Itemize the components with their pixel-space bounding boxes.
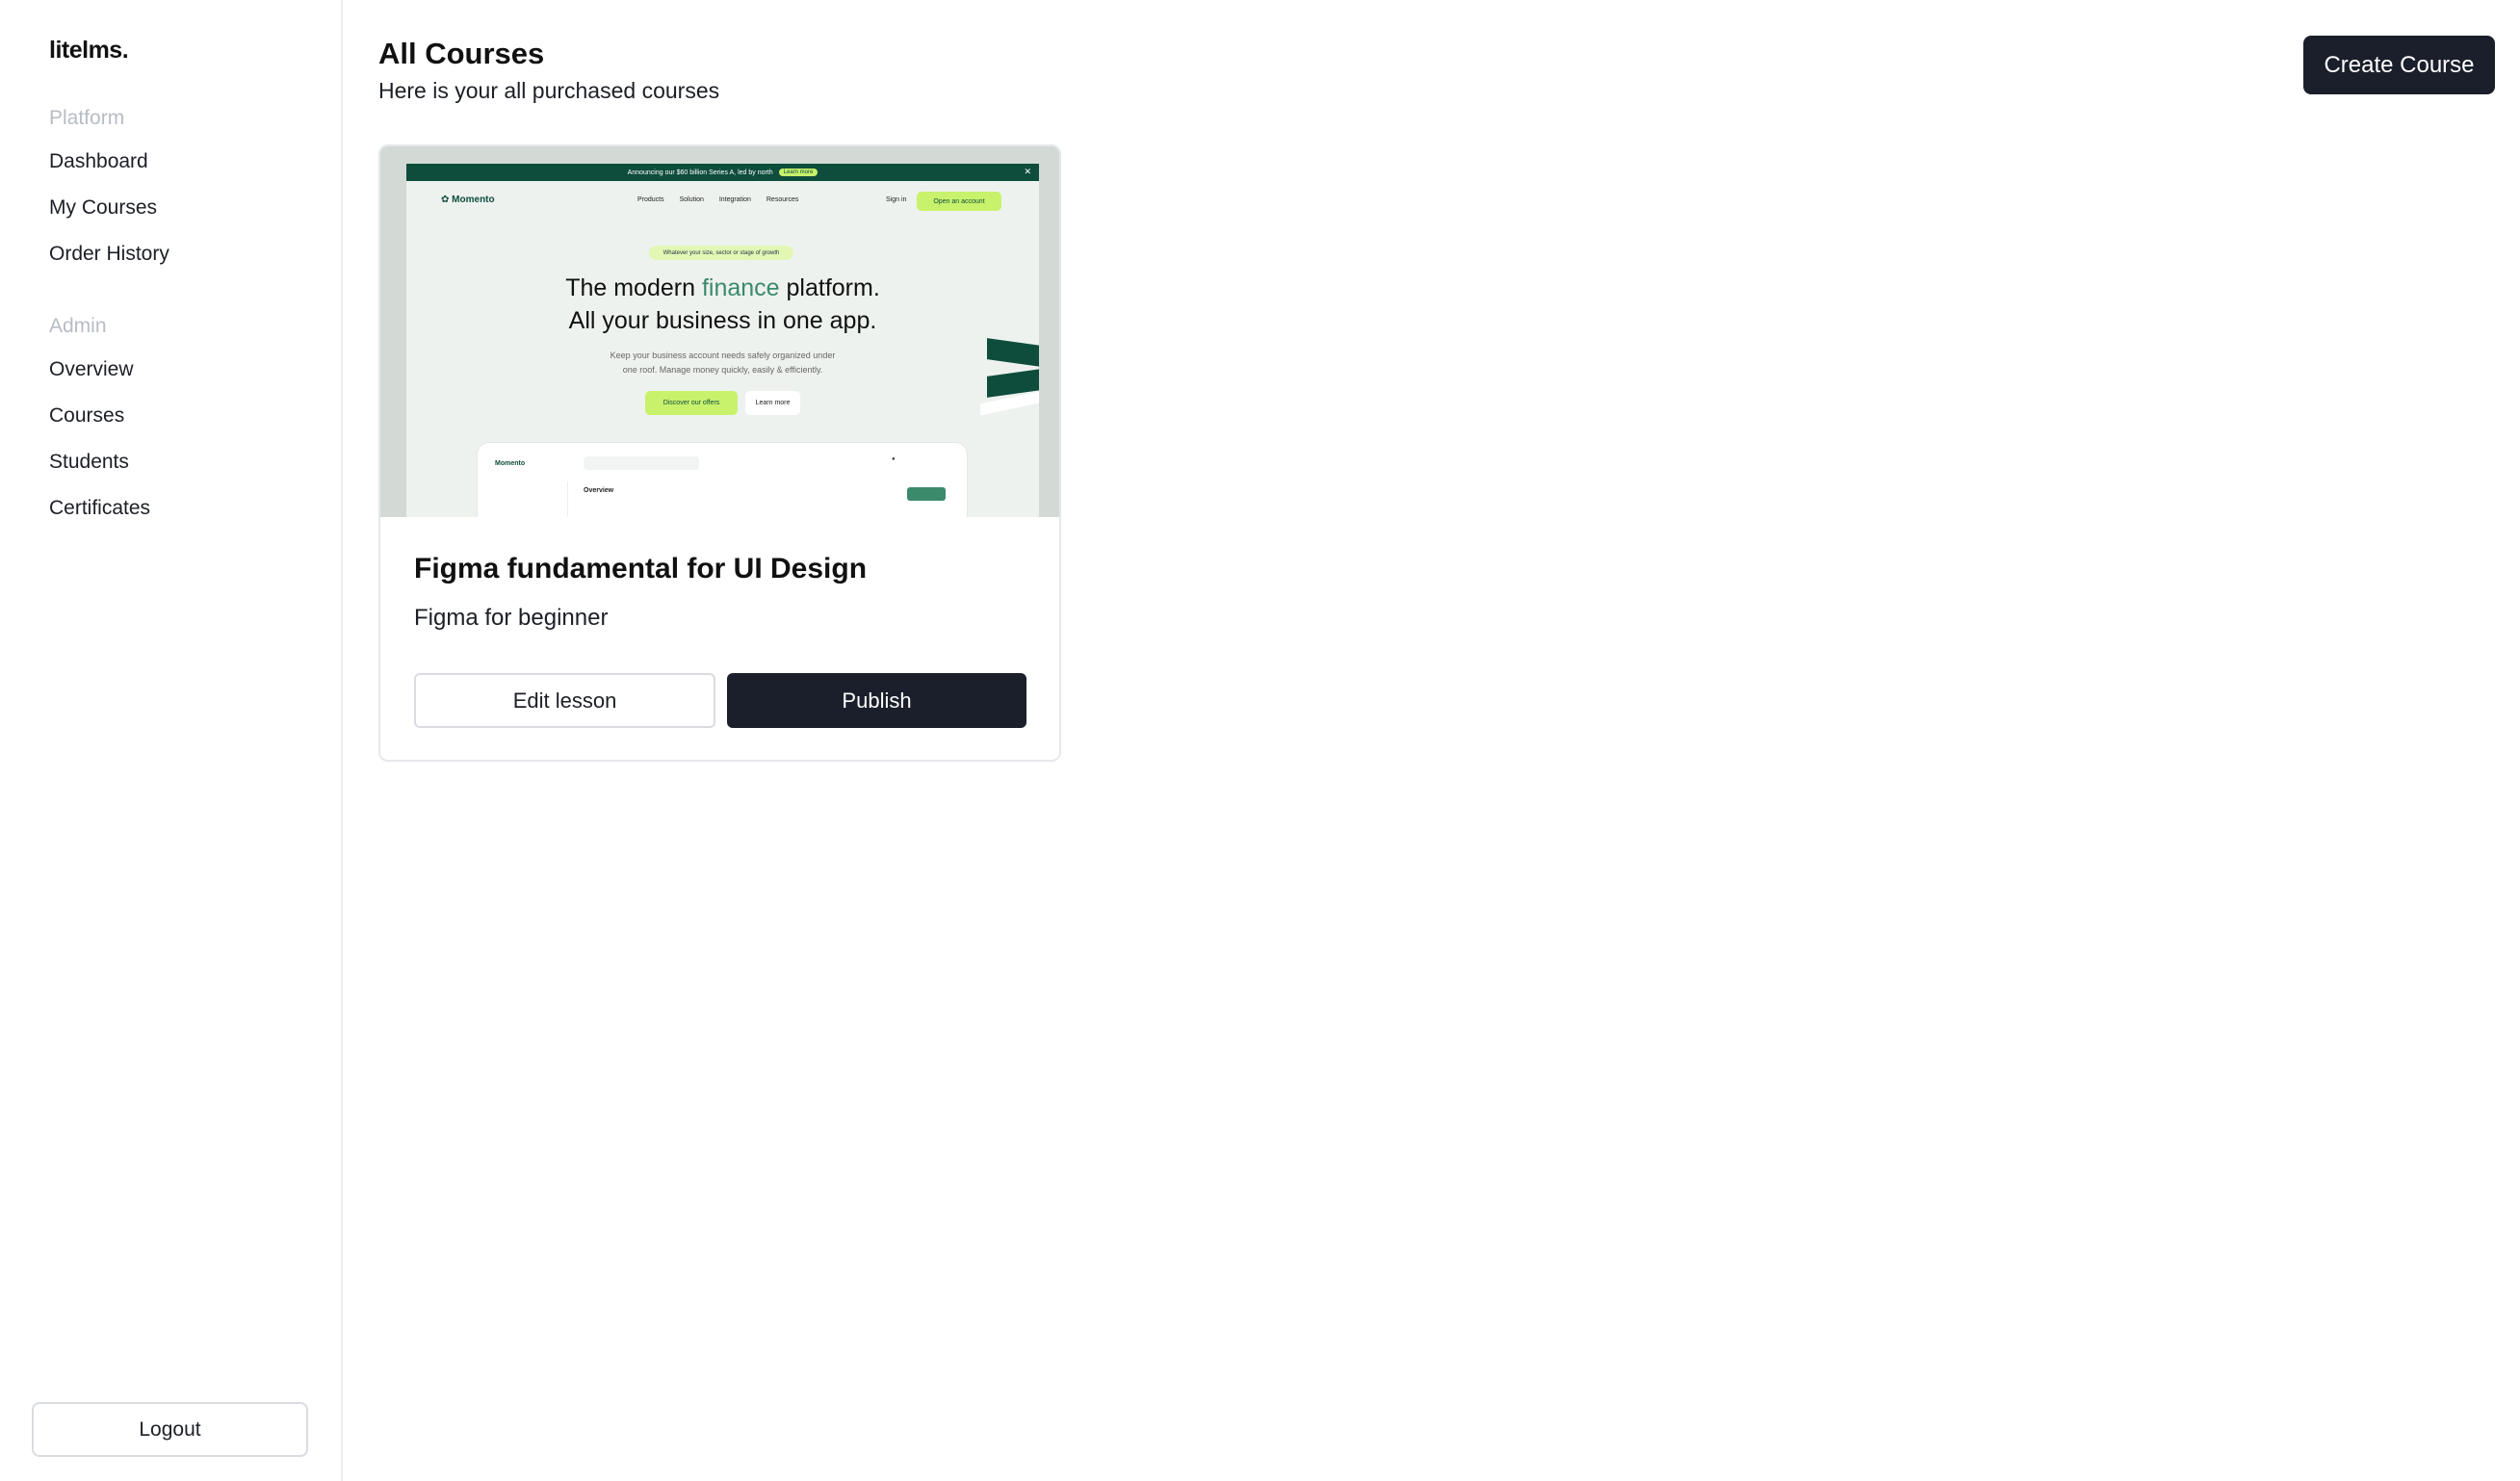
thumbnail-cta-secondary: Learn more — [745, 391, 800, 415]
thumbnail-dashboard-brand: Momento — [495, 460, 526, 467]
thumbnail-headline-prefix: The modern — [565, 274, 702, 301]
thumbnail-dashboard-section: Overview — [584, 487, 614, 494]
thumbnail-description-line2: one roof. Manage money quickly, easily &… — [622, 365, 823, 375]
course-card: Announcing our $60 billion Series A, led… — [378, 144, 1061, 762]
course-subtitle: Figma for beginner — [414, 605, 609, 631]
nav-group-platform-label: Platform — [49, 107, 125, 129]
thumbnail-screenshot: Announcing our $60 billion Series A, led… — [406, 164, 1039, 517]
app-logo[interactable]: litelms. — [49, 37, 129, 65]
sidebar-item-order-history[interactable]: Order History — [49, 243, 169, 266]
course-thumbnail[interactable]: Announcing our $60 billion Series A, led… — [380, 146, 1059, 517]
sidebar-item-my-courses[interactable]: My Courses — [49, 196, 157, 220]
sidebar-item-overview[interactable]: Overview — [49, 358, 134, 381]
sidebar-item-certificates[interactable]: Certificates — [49, 497, 150, 520]
thumbnail-announcement-text: Announcing our $60 billion Series A, led… — [627, 169, 773, 176]
thumbnail-dashboard-button — [907, 487, 946, 501]
edit-lesson-button[interactable]: Edit lesson — [414, 673, 715, 728]
thumbnail-nav-link: Solution — [679, 196, 704, 203]
thumbnail-tagline: Whatever your size, sector or stage of g… — [649, 246, 793, 260]
thumbnail-headline-suffix: platform. — [779, 274, 880, 301]
sidebar-item-dashboard[interactable]: Dashboard — [49, 150, 148, 173]
sidebar-item-students[interactable]: Students — [49, 451, 129, 474]
thumbnail-brand: ✿ Momento — [441, 195, 495, 205]
thumbnail-headline-accent: finance — [701, 274, 780, 301]
nav-group-admin-label: Admin — [49, 315, 107, 337]
thumbnail-nav-link: Products — [637, 196, 664, 203]
thumbnail-sign-in: Sign in — [886, 196, 907, 203]
thumbnail-headline-line2: All your business in one app. — [568, 307, 877, 334]
avatar: ● — [892, 456, 896, 462]
sidebar: litelms. Platform Dashboard My Courses O… — [0, 0, 343, 1481]
thumbnail-announcement-badge: Learn more — [778, 169, 818, 176]
create-course-button[interactable]: Create Course — [2303, 36, 2495, 94]
thumbnail-cta-primary: Discover our offers — [645, 391, 738, 415]
close-icon: ✕ — [1024, 167, 1031, 176]
publish-button[interactable]: Publish — [727, 673, 1026, 728]
thumbnail-nav-link: Integration — [718, 196, 751, 203]
thumbnail-dashboard-preview: Momento ● Overview — [478, 443, 967, 517]
thumbnail-nav-link: Resources — [766, 196, 799, 203]
thumbnail-nav: ✿ Momento Products Solution Integration … — [406, 191, 1039, 214]
thumbnail-headline: The modern finance platform. All your bu… — [406, 272, 1039, 337]
thumbnail-dashboard-search — [584, 456, 699, 470]
page-subtitle: Here is your all purchased courses — [378, 78, 720, 103]
thumbnail-announcement-bar: Announcing our $60 billion Series A, led… — [406, 164, 1039, 181]
course-title[interactable]: Figma fundamental for UI Design — [414, 553, 867, 585]
thumbnail-open-account: Open an account — [917, 192, 1001, 211]
thumbnail-dashboard-sidebar — [491, 481, 568, 517]
thumbnail-brand-text: Momento — [452, 195, 495, 205]
thumbnail-description-line1: Keep your business account needs safely … — [610, 351, 836, 360]
thumbnail-description: Keep your business account needs safely … — [406, 349, 1039, 377]
sidebar-item-courses[interactable]: Courses — [49, 404, 124, 428]
thumbnail-nav-links: Products Solution Integration Resources — [637, 196, 812, 203]
page-title: All Courses — [378, 37, 545, 70]
logout-button[interactable]: Logout — [32, 1402, 308, 1457]
